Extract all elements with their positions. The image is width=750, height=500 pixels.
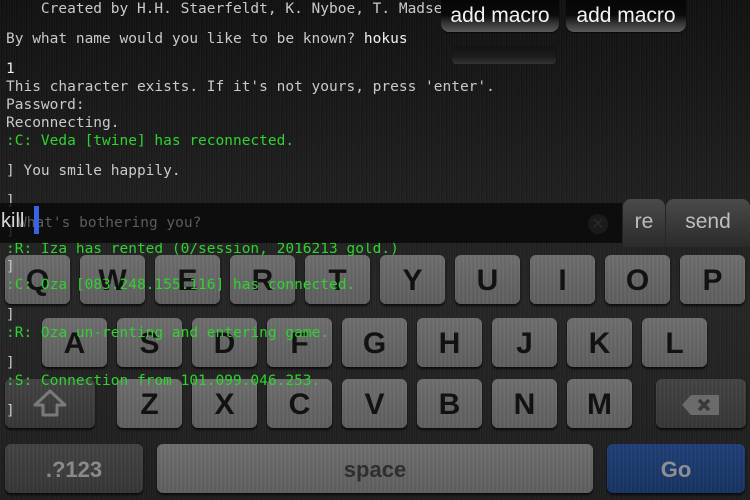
terminal-line: :R: Oza un-renting and entering game. <box>6 325 330 341</box>
repeat-button[interactable]: re <box>623 199 665 247</box>
terminal-line: ] <box>6 403 15 419</box>
space-key[interactable]: space <box>157 444 593 493</box>
terminal-line: 1 <box>6 61 15 77</box>
command-input-field[interactable]: What's bothering you? kill <box>0 203 622 243</box>
numbers-key[interactable]: .?123 <box>5 444 143 493</box>
terminal-line: :S: Connection from 101.099.046.253. <box>6 373 321 389</box>
prompt-text: By what name would you like to be known? <box>6 31 364 47</box>
terminal-line: ] <box>6 259 15 275</box>
terminal-line: By what name would you like to be known?… <box>6 30 746 48</box>
macro-drawer-handle[interactable] <box>452 46 556 64</box>
terminal-line: :C: Oza [083.248.155.116] has connected. <box>6 277 356 293</box>
entered-name: hokus <box>363 31 408 47</box>
terminal-line: ] <box>6 355 15 371</box>
add-macro-button-2[interactable]: add macro <box>566 0 686 32</box>
terminal-line: Reconnecting. <box>6 115 120 131</box>
add-macro-button-1[interactable]: add macro <box>441 0 559 32</box>
terminal-line: :C: Veda [twine] has reconnected. <box>6 133 295 149</box>
input-placeholder: What's bothering you? <box>18 215 202 231</box>
terminal-line: This character exists. If it's not yours… <box>6 79 495 95</box>
input-value: kill <box>1 210 25 232</box>
clear-circle-icon[interactable]: ✕ <box>588 214 608 234</box>
text-caret <box>34 206 39 234</box>
terminal-line: Password: <box>6 97 85 113</box>
terminal-line: ] <box>6 307 15 323</box>
go-key[interactable]: Go <box>607 444 745 493</box>
send-button[interactable]: send <box>666 199 750 247</box>
terminal-line: ] You smile happily. <box>6 163 181 179</box>
